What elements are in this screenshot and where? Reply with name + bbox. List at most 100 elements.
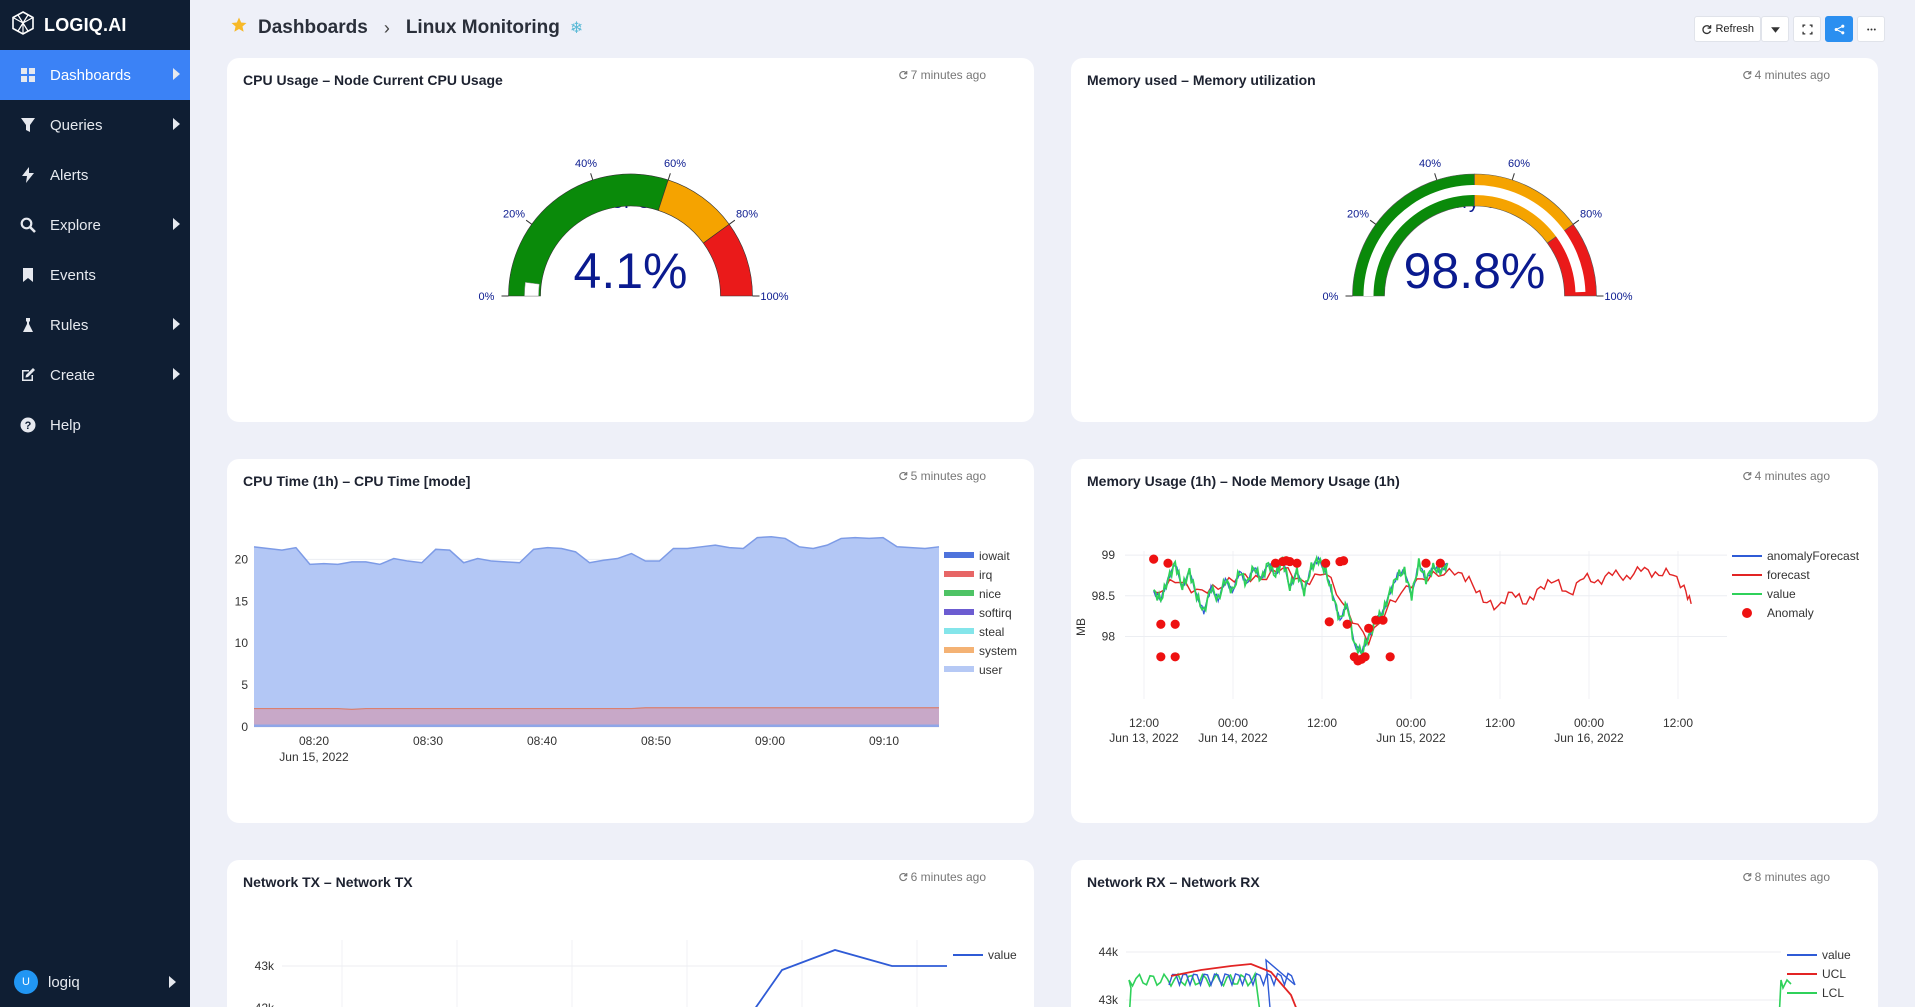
- legend-swatch: [944, 590, 974, 596]
- x-tick-label: 12:00: [1485, 716, 1515, 730]
- legend-label: forecast: [1767, 568, 1810, 582]
- caret-right-icon: [173, 318, 180, 330]
- x-tick-label: 00:00: [1218, 716, 1248, 730]
- sidebar-item-label: Explore: [50, 216, 101, 234]
- panel-network-tx: Network TX – Network TX 6 minutes ago 43…: [227, 860, 1034, 1007]
- refresh-dropdown-button[interactable]: [1761, 16, 1789, 42]
- share-icon: [1834, 24, 1844, 34]
- refresh-button[interactable]: Refresh: [1694, 16, 1761, 42]
- gauge-value: 4.1%: [574, 243, 688, 299]
- logo[interactable]: LOGIQ.AI: [0, 0, 190, 50]
- x-sub-label: Jun 15, 2022: [1376, 731, 1446, 745]
- bookmark-icon: [18, 265, 38, 285]
- grid-icon: [18, 65, 38, 85]
- legend-label: iowait: [979, 549, 1010, 563]
- panel-cpu-time: CPU Time (1h) – CPU Time [mode] 5 minute…: [227, 459, 1034, 823]
- gauge-value: 98.8%: [1404, 243, 1546, 299]
- cpu-time-chart: 0 5 10 15 20 08:20 08:30 08:40 08:50 09:00 09:10 Ju…: [235, 535, 1017, 764]
- anomaly-point: [1378, 615, 1388, 625]
- gauge-tick-label: 0%: [1323, 291, 1339, 303]
- anomaly-point: [1170, 619, 1180, 629]
- x-tick-label: 08:30: [413, 734, 443, 748]
- series-forecast-line: [1153, 565, 1692, 647]
- gauge-tick-label: 20%: [503, 209, 525, 221]
- sidebar-item-queries[interactable]: Queries: [0, 100, 190, 150]
- gauge-tick: [1511, 173, 1515, 181]
- caret-right-icon: [173, 68, 180, 80]
- anomaly-point: [1342, 619, 1352, 629]
- gauge-tick: [590, 173, 594, 181]
- anomaly-point: [1156, 619, 1166, 629]
- x-tick-label: 08:20: [299, 734, 329, 748]
- gauge-tick-label: 80%: [736, 209, 758, 221]
- anomaly-point: [1156, 652, 1166, 662]
- fullscreen-button[interactable]: [1793, 16, 1821, 42]
- sidebar-item-create[interactable]: Create: [0, 350, 190, 400]
- legend-label: UCL: [1822, 967, 1846, 981]
- legend-swatch: [944, 571, 974, 577]
- memory-gauge-chart: Memory Usage0%20%40%60%80%100%98.8%: [1323, 158, 1633, 303]
- x-tick-label: 08:50: [641, 734, 671, 748]
- gauge-tick-label: 80%: [1580, 209, 1602, 221]
- logo-icon: [10, 10, 36, 41]
- gauge-tick-label: 60%: [1508, 158, 1530, 170]
- y-axis-label: MB: [1074, 618, 1088, 636]
- sidebar: LOGIQ.AI Dashboards Queries Alerts Explore E…: [0, 0, 190, 1007]
- snowflake-icon: ❄: [569, 20, 584, 37]
- gauge-tick: [667, 173, 671, 181]
- favorite-star-icon[interactable]: [230, 16, 248, 40]
- sidebar-item-events[interactable]: Events: [0, 250, 190, 300]
- panel-memory-usage: Memory Usage (1h) – Node Memory Usage (1…: [1071, 459, 1878, 823]
- breadcrumb-root[interactable]: Dashboards: [258, 17, 368, 39]
- more-options-button[interactable]: [1857, 16, 1885, 42]
- legend-label: nice: [979, 587, 1001, 601]
- gauge-tick-label: 100%: [760, 291, 788, 303]
- gauge-tick: [728, 219, 736, 225]
- legend-label: value: [1767, 587, 1796, 601]
- anomaly-point: [1421, 558, 1431, 568]
- sidebar-item-dashboards[interactable]: Dashboards: [0, 50, 190, 100]
- x-tick-label: 09:00: [755, 734, 785, 748]
- gauge-tick-label: 100%: [1604, 291, 1632, 303]
- legend-label: value: [1822, 948, 1851, 962]
- y-tick-label: 10: [235, 636, 249, 650]
- sidebar-item-explore[interactable]: Explore: [0, 200, 190, 250]
- gauge-tick-label: 20%: [1347, 209, 1369, 221]
- y-tick-label: 42k: [255, 1001, 275, 1007]
- sidebar-item-help[interactable]: ? Help: [0, 400, 190, 450]
- y-tick-label: 44k: [1099, 945, 1119, 959]
- topbar: Dashboards › Linux Monitoring ❄ Refresh: [190, 0, 1915, 56]
- legend-marker: [1742, 608, 1752, 618]
- anomaly-point: [1435, 558, 1445, 568]
- x-tick-label: 00:00: [1574, 716, 1604, 730]
- legend-label: system: [979, 644, 1017, 658]
- gauge-value-bar: [524, 282, 540, 297]
- legend-label: value: [988, 948, 1017, 962]
- sidebar-item-label: Queries: [50, 116, 103, 134]
- fullscreen-icon: [1801, 23, 1813, 35]
- panel-network-rx: Network RX – Network RX 8 minutes ago 44…: [1071, 860, 1878, 1007]
- series-system-area: [254, 707, 939, 725]
- anomaly-point: [1360, 652, 1370, 662]
- x-tick-label: 09:10: [869, 734, 899, 748]
- anomaly-point: [1338, 556, 1349, 566]
- y-tick-label: 15: [235, 594, 249, 608]
- anomaly-point: [1149, 554, 1159, 564]
- sidebar-item-label: Create: [50, 366, 96, 384]
- question-icon: ?: [18, 415, 38, 435]
- gauge-tick: [1572, 219, 1580, 225]
- user-menu[interactable]: U logiq: [0, 957, 190, 1007]
- anomaly-point: [1364, 623, 1374, 633]
- legend-label: steal: [979, 625, 1004, 639]
- sidebar-item-rules[interactable]: Rules: [0, 300, 190, 350]
- legend-label: anomalyForecast: [1767, 549, 1860, 563]
- refresh-icon: [1702, 24, 1712, 34]
- bolt-icon: [18, 165, 38, 185]
- filter-icon: [18, 115, 38, 135]
- sidebar-item-alerts[interactable]: Alerts: [0, 150, 190, 200]
- y-tick-label: 43k: [255, 959, 275, 973]
- share-button[interactable]: [1825, 16, 1853, 42]
- series-iowait-area: [254, 724, 939, 727]
- edit-icon: [18, 365, 38, 385]
- avatar: U: [14, 970, 38, 994]
